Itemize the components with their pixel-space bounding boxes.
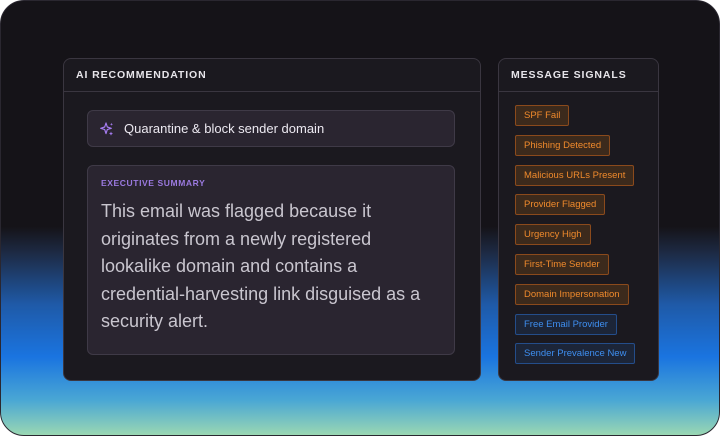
signal-list: SPF Fail Phishing Detected Malicious URL… [515, 105, 636, 373]
ai-recommendation-panel: AI RECOMMENDATION Quarantine & block sen… [63, 58, 481, 381]
signal-badge[interactable]: SPF Fail [515, 105, 570, 126]
sparkle-icon [100, 121, 114, 136]
summary-label: EXECUTIVE SUMMARY [101, 178, 206, 188]
signal-badge[interactable]: Provider Flagged [515, 194, 606, 216]
summary-text: This email was flagged because it origin… [101, 201, 421, 331]
app-frame: AI RECOMMENDATION Quarantine & block sen… [0, 0, 720, 436]
signal-badge[interactable]: Free Email Provider [515, 313, 617, 335]
signal-badge[interactable]: Urgency High [515, 224, 591, 246]
signal-badge[interactable]: First-Time Sender [515, 253, 609, 275]
signal-badge[interactable]: Domain Impersonation [515, 283, 629, 305]
signal-badge[interactable]: Phishing Detected [515, 134, 611, 156]
signal-badge[interactable]: Malicious URLs Present [515, 164, 635, 186]
message-signals-panel: MESSAGE SIGNALS SPF Fail Phishing Detect… [498, 58, 659, 381]
signal-badge[interactable]: Sender Prevalence New [515, 343, 636, 365]
panel-title: AI RECOMMENDATION [64, 59, 480, 92]
executive-summary-card: EXECUTIVE SUMMARY This email was flagged… [87, 165, 455, 355]
recommendation-card[interactable]: Quarantine & block sender domain [87, 110, 455, 147]
recommendation-text: Quarantine & block sender domain [124, 121, 325, 136]
panel-title: MESSAGE SIGNALS [499, 59, 658, 92]
